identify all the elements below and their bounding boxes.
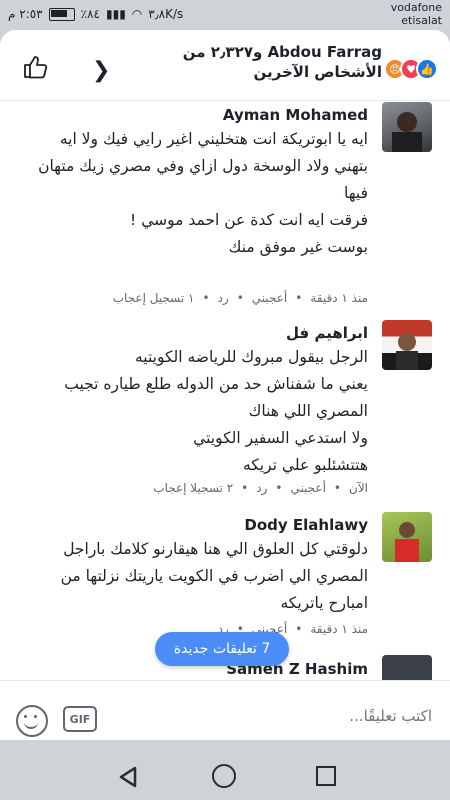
comment-meta: منذ ١ دقيقة•أعجبني•رد•١ تسجيل إعجاب [112,291,368,305]
comment-time: منذ ١ دقيقة [310,622,368,636]
comment-line: يعني ما شفناش حد من الدوله طلع طياره تجي… [64,375,368,420]
home-icon[interactable] [212,764,236,788]
commenter-name[interactable]: ابراهيم فل [286,324,368,342]
carrier-1: vodafone [390,1,442,14]
comment-line: ولا استدعي السفير الكويتي [193,429,368,447]
status-left: ٢:٥٣ م ٪٨٤ ▮▮▮ ◠ ٣٫٨K/s [8,7,183,21]
comment-line: بوست غير موفق منك [228,238,368,256]
comment-input[interactable] [130,706,434,726]
comment-line: هتتشئلبو علي تريكه [242,456,368,474]
comment-text: ايه يا ابوتريكة انت هتخليني اغير رايي في… [28,126,368,261]
carrier: vodafone etisalat [391,1,442,27]
comment-meta: الآن•أعجبني•رد•٢ تسجيلا إعجاب [153,481,368,495]
new-comments-button[interactable]: 7 تعليقات جديدة [155,632,289,666]
like-outline-icon[interactable] [22,54,48,80]
reactions-summary[interactable]: Abdou Farrag و٢٫٣٢٧ من الأشخاص الآخرين [142,42,382,82]
chevron-right-icon[interactable]: ❯ [92,58,110,83]
battery-level: ٪٨٤ [80,7,100,21]
status-bar: ٢:٥٣ م ٪٨٤ ▮▮▮ ◠ ٣٫٨K/s vodafone etisala… [0,0,450,30]
reaction-icons: 😠 ♥ 👍 [384,58,438,80]
carrier-2: etisalat [401,14,442,27]
recent-apps-icon[interactable] [316,766,336,786]
comment-text: الرجل بيقول مبروك للرياضه الكويتيه يعني … [28,344,368,479]
reactions-header: ❯ Abdou Farrag و٢٫٣٢٧ من الأشخاص الآخرين… [0,30,450,101]
back-icon[interactable] [118,766,138,788]
clock: ٢:٥٣ م [8,7,43,21]
comment-time: الآن [349,481,368,495]
commenter-name[interactable]: Ayman Mohamed [223,106,368,124]
comment-line: بتهني ولاد الوسخة دول ازاي وفي مصري زيك … [38,157,368,202]
comment-text: دلوقتي كل العلوق الي هنا هيقارنو كلامك ب… [28,536,368,617]
comment-line: ايه يا ابوتريكة انت هتخليني اغير رايي في… [59,130,368,148]
avatar[interactable] [382,320,432,370]
network-speed: ٣٫٨K/s [148,7,184,21]
reply-link[interactable]: رد [218,291,229,305]
like-link[interactable]: أعجبني [252,291,287,305]
like-count[interactable]: ٢ تسجيلا إعجاب [153,481,233,495]
comments-sheet: ❯ Abdou Farrag و٢٫٣٢٧ من الأشخاص الآخرين… [0,30,450,740]
wifi-icon: ◠ [131,7,143,21]
gif-button[interactable]: GIF [63,706,97,732]
commenter-name[interactable]: Dody Elahlawy [244,516,368,534]
reply-link[interactable]: رد [256,481,267,495]
avatar[interactable] [382,512,432,562]
comment-line: فرقت ايه انت كدة عن احمد موسي ! [130,211,368,229]
comment-time: منذ ١ دقيقة [310,291,368,305]
like-icon: 👍 [416,58,438,80]
comment-line: دلوقتي كل العلوق الي هنا هيقارنو كلامك ب… [60,540,368,612]
emoji-icon[interactable] [16,705,48,737]
comment-line: الرجل بيقول مبروك للرياضه الكويتيه [135,348,368,366]
like-link[interactable]: أعجبني [290,481,325,495]
avatar[interactable] [382,655,432,680]
like-count[interactable]: ١ تسجيل إعجاب [113,291,195,305]
signal-icon: ▮▮▮ [105,7,126,21]
battery-icon [48,7,75,21]
avatar[interactable] [382,102,432,152]
